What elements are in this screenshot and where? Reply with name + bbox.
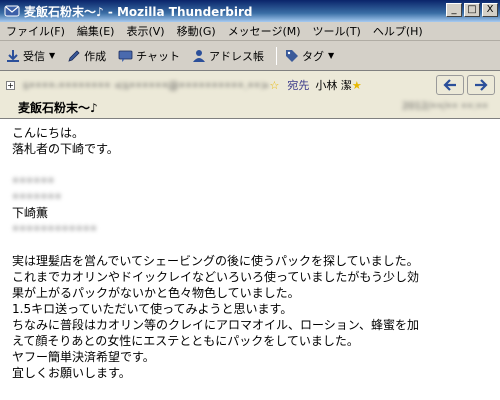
message-header: + s••••-•••••••• <s••••••@••••••••••.••>… bbox=[0, 71, 500, 119]
previous-message-button[interactable] bbox=[436, 75, 464, 95]
body-paragraph-line: えて顔そりあとの女性にエステとともにパックをしていました。 bbox=[12, 334, 359, 348]
compose-label: 作成 bbox=[84, 49, 107, 63]
body-paragraph-line: ちなみに普段はカオリン等のクレイにアロマオイル、ローション、蜂蜜を加 bbox=[12, 318, 420, 332]
chevron-down-icon[interactable]: ▼ bbox=[328, 51, 334, 60]
body-paragraph-line: 果が上がるパックがないかと色々物色していました。 bbox=[12, 286, 300, 300]
receive-button[interactable]: 受信 ▼ bbox=[6, 48, 55, 64]
toolbar: 受信 ▼ 作成 チャット アドレス帳 タグ ▼ bbox=[0, 41, 500, 71]
thunderbird-icon bbox=[4, 5, 20, 17]
menu-tools[interactable]: ツール(T) bbox=[313, 23, 361, 39]
body-paragraph-line: ヤフー簡単決済希望です。 bbox=[12, 350, 155, 364]
body-paragraph-line: 実は理髪店を営んでいてシェービングの後に使うパックを探していました。 bbox=[12, 254, 419, 268]
maximize-button[interactable]: □ bbox=[464, 3, 480, 17]
window-title: 麦飯石粉末～♪ - Mozilla Thunderbird bbox=[24, 4, 253, 19]
menu-edit[interactable]: 編集(E) bbox=[77, 23, 115, 39]
receive-label: 受信 bbox=[23, 49, 45, 63]
contact-icon bbox=[193, 49, 206, 62]
compose-button[interactable]: 作成 bbox=[67, 48, 106, 64]
body-paragraph-line: 宜しくお願いします。 bbox=[12, 366, 131, 380]
chat-label: チャット bbox=[136, 49, 181, 63]
tag-label: タグ bbox=[302, 49, 325, 63]
chevron-down-icon[interactable]: ▼ bbox=[49, 51, 55, 60]
arrow-right-icon bbox=[475, 79, 488, 91]
menu-file[interactable]: ファイル(F) bbox=[6, 23, 65, 39]
minimize-button[interactable]: _ bbox=[446, 3, 462, 17]
close-button[interactable]: X bbox=[482, 3, 498, 17]
toolbar-separator bbox=[276, 46, 278, 65]
body-paragraph-line: 1.5キロ送っていただいて使ってみようと思います。 bbox=[12, 302, 293, 316]
menu-message[interactable]: メッセージ(M) bbox=[228, 23, 301, 39]
addressbook-label: アドレス帳 bbox=[209, 49, 265, 63]
menu-help[interactable]: ヘルプ(H) bbox=[373, 23, 423, 39]
menu-view[interactable]: 表示(V) bbox=[126, 23, 164, 39]
expand-toggle[interactable]: + bbox=[6, 80, 15, 90]
body-signature-name: 下崎薫 bbox=[12, 206, 49, 220]
chat-icon bbox=[118, 50, 133, 62]
recipient-name[interactable]: 小林 潔 bbox=[315, 77, 352, 93]
body-redacted-line: •••••••••••• bbox=[12, 222, 97, 236]
tag-icon bbox=[286, 49, 299, 62]
body-paragraph-line: これまでカオリンやドイックレイなどいろいろ使っていましたがもう少し効 bbox=[12, 270, 420, 284]
message-subject: 麦飯石粉末～♪ bbox=[18, 101, 98, 115]
addressbook-button[interactable]: アドレス帳 bbox=[192, 48, 264, 64]
body-greeting: こんにちは。 bbox=[12, 126, 85, 140]
chat-button[interactable]: チャット bbox=[118, 48, 180, 64]
to-label: 宛先 bbox=[287, 79, 310, 92]
star-icon[interactable]: ★ bbox=[352, 79, 362, 92]
arrow-left-icon bbox=[443, 79, 456, 91]
tag-button[interactable]: タグ ▼ bbox=[285, 48, 334, 64]
body-redacted-line: •••••• bbox=[12, 174, 55, 188]
menu-bar: ファイル(F) 編集(E) 表示(V) 移動(G) メッセージ(M) ツール(T… bbox=[0, 22, 500, 41]
menu-go[interactable]: 移動(G) bbox=[177, 23, 216, 39]
download-icon bbox=[7, 49, 19, 62]
message-date: 2012/••/•• ••:•• bbox=[402, 101, 488, 112]
next-message-button[interactable] bbox=[467, 75, 495, 95]
message-body: こんにちは。 落札者の下崎です。 •••••• ••••••• 下崎薫 ••••… bbox=[0, 119, 500, 400]
body-intro: 落札者の下崎です。 bbox=[12, 142, 119, 156]
pencil-icon bbox=[68, 49, 80, 62]
star-icon[interactable]: ☆ bbox=[270, 79, 280, 92]
sender-address[interactable]: s••••-•••••••• <s••••••@••••••••••.••> bbox=[23, 79, 270, 92]
body-redacted-line: ••••••• bbox=[12, 190, 62, 204]
title-bar: 麦飯石粉末～♪ - Mozilla Thunderbird _ □ X bbox=[0, 0, 500, 22]
